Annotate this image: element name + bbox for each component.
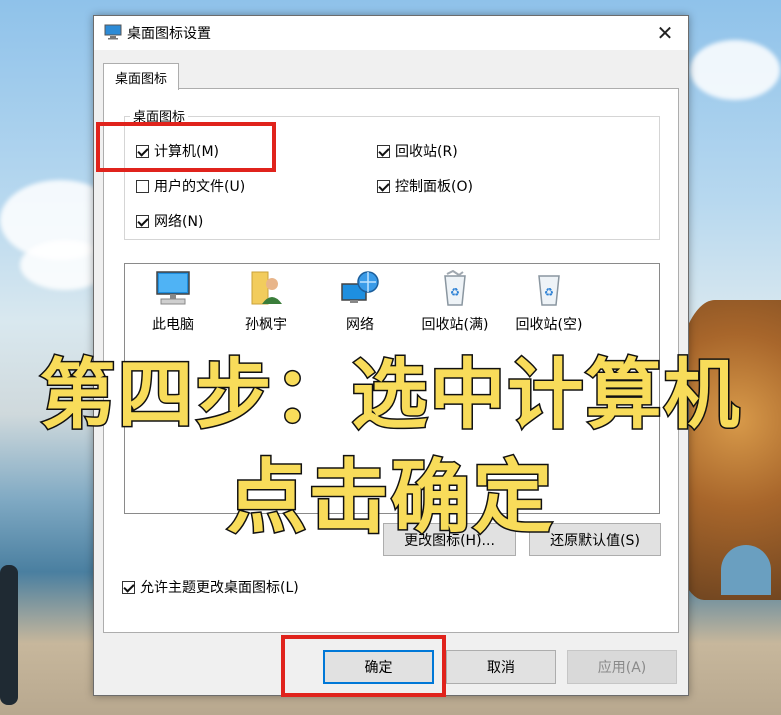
checkbox-label: 网络(N) [154, 214, 204, 230]
button-label: 取消 [487, 660, 515, 676]
monitor-icon [104, 24, 122, 40]
apply-button: 应用(A) [567, 650, 677, 684]
recycle-bin-full-icon: ♻ [444, 270, 466, 306]
svg-text:♻: ♻ [450, 286, 460, 299]
icon-item-recycle-empty[interactable]: ♻ 回收站(空) [509, 270, 589, 334]
checkbox-box[interactable] [377, 144, 390, 158]
window-title: 桌面图标设置 [127, 26, 211, 42]
icon-label: 网络 [346, 317, 374, 333]
icon-item-this-pc[interactable]: 此电脑 [133, 270, 213, 334]
groupbox-label: 桌面图标 [130, 106, 189, 125]
button-label: 确定 [364, 660, 393, 676]
instruction-overlay-line1: 第四步：选中计算机 [38, 349, 742, 441]
svg-text:♻: ♻ [544, 286, 554, 299]
checkbox-control-panel[interactable]: 控制面板(O) [377, 176, 473, 196]
cloud [690, 40, 780, 100]
icon-item-user-folder[interactable]: 孙枫宇 [226, 270, 306, 334]
icon-label: 回收站(空) [515, 317, 583, 333]
checkbox-box[interactable] [136, 214, 149, 228]
close-icon: ✕ [656, 21, 674, 45]
checkbox-label: 允许主题更改桌面图标(L) [140, 580, 299, 596]
checkbox-box[interactable] [136, 179, 149, 193]
button-label: 应用(A) [597, 660, 647, 676]
checkbox-label: 控制面板(O) [395, 179, 473, 195]
icon-label: 回收站(满) [421, 317, 489, 333]
checkbox-box[interactable] [122, 580, 135, 594]
checkbox-network[interactable]: 网络(N) [136, 211, 203, 231]
checkbox-allow-themes[interactable]: 允许主题更改桌面图标(L) [122, 577, 299, 597]
network-icon [341, 271, 379, 303]
checkbox-user-files[interactable]: 用户的文件(U) [136, 176, 245, 196]
instruction-overlay-line2: 点击确定 [225, 450, 555, 546]
checkbox-recycle-bin[interactable]: 回收站(R) [377, 141, 458, 161]
checkbox-label: 回收站(R) [395, 144, 458, 160]
title-bar: 桌面图标设置 ✕ [94, 16, 688, 50]
checkbox-label: 用户的文件(U) [154, 179, 246, 195]
checkbox-box[interactable] [377, 179, 390, 193]
recycle-bin-empty-icon: ♻ [538, 275, 560, 306]
icon-label: 此电脑 [152, 317, 194, 333]
close-button[interactable]: ✕ [642, 16, 688, 50]
icon-item-recycle-full[interactable]: ♻ 回收站(满) [415, 270, 495, 334]
runner-silhouette [0, 565, 18, 705]
rock-arch [721, 545, 771, 595]
icon-item-network[interactable]: 网络 [320, 270, 400, 334]
checkbox-computer[interactable]: 计算机(M) [136, 141, 219, 161]
tab-desktop-icons[interactable]: 桌面图标 [103, 63, 179, 90]
ok-button[interactable]: 确定 [323, 650, 434, 684]
checkbox-box[interactable] [136, 144, 149, 158]
icon-label: 孙枫宇 [245, 317, 287, 333]
cancel-button[interactable]: 取消 [446, 650, 556, 684]
computer-icon [156, 271, 190, 305]
tab-label: 桌面图标 [114, 71, 167, 87]
checkbox-label: 计算机(M) [154, 144, 220, 160]
user-folder-icon [251, 271, 282, 305]
